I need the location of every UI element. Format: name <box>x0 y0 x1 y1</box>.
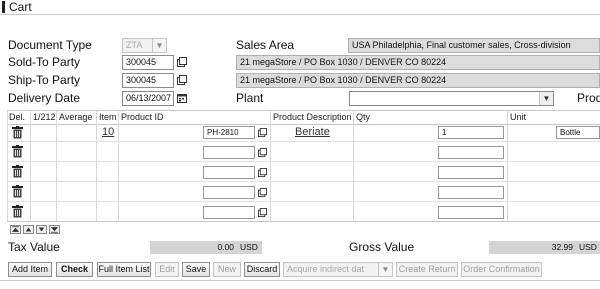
product-label-cut: Prod <box>577 91 600 105</box>
product-id-input[interactable] <box>203 166 255 179</box>
tax-value-amount: 0.00 <box>150 241 238 254</box>
edit-button[interactable]: Edit <box>155 262 179 277</box>
sales-area-label: Sales Area <box>236 38 295 52</box>
col-header-product-description: Product Description <box>273 112 352 122</box>
scroll-last-icon[interactable] <box>49 225 60 234</box>
qty-input[interactable]: 1 <box>438 126 504 139</box>
chevron-down-icon[interactable]: ▼ <box>539 92 553 105</box>
col-divider <box>118 110 119 221</box>
unit-select[interactable]: Bottle <box>556 126 600 139</box>
qty-input[interactable] <box>438 186 504 199</box>
col-divider <box>353 110 354 221</box>
order-confirmation-button[interactable]: Order Confirmation <box>461 262 542 277</box>
document-type-label: Document Type <box>8 38 92 52</box>
product-id-input[interactable] <box>203 146 255 159</box>
col-divider <box>270 110 271 221</box>
delivery-date-label: Delivery Date <box>8 91 81 105</box>
document-type-select[interactable]: ZTA ▼ <box>122 38 167 53</box>
delivery-date-input[interactable]: 06/13/2007 <box>122 91 174 106</box>
scroll-down-icon[interactable] <box>36 225 47 234</box>
product-description-link[interactable]: Beriate <box>295 126 330 138</box>
sold-to-label: Sold-To Party <box>8 55 81 69</box>
title-bar <box>0 0 600 15</box>
acquire-indirect-value: Acquire indirect dat <box>287 264 365 274</box>
chevron-down-icon[interactable]: ▼ <box>378 263 392 276</box>
save-button[interactable]: Save <box>182 262 210 277</box>
trash-icon[interactable] <box>12 165 23 178</box>
product-id-input[interactable] <box>203 206 255 219</box>
col-divider <box>507 110 508 221</box>
col-header-page: 1/212 <box>33 112 56 122</box>
check-button[interactable]: Check <box>56 262 93 277</box>
page-title: Cart <box>9 0 32 14</box>
create-return-button[interactable]: Create Return <box>396 262 458 277</box>
value-help-icon[interactable] <box>258 128 267 137</box>
ship-to-input[interactable]: 300045 <box>122 73 174 88</box>
trash-icon[interactable] <box>12 126 23 139</box>
gross-value-currency: USD <box>577 241 600 254</box>
title-marker <box>2 1 5 13</box>
qty-input[interactable] <box>438 206 504 219</box>
scroll-first-icon[interactable] <box>10 225 21 234</box>
col-header-unit: Unit <box>510 112 527 122</box>
value-help-icon[interactable] <box>258 168 267 177</box>
chevron-down-icon[interactable]: ▼ <box>152 39 166 52</box>
row-divider <box>7 201 600 202</box>
ship-to-label: Ship-To Party <box>8 73 81 87</box>
gross-value-label: Gross Value <box>349 240 415 254</box>
sales-area-field: USA Philadelphia, Final customer sales, … <box>348 38 600 53</box>
col-divider <box>30 110 31 221</box>
row-divider <box>7 161 600 162</box>
product-id-input[interactable] <box>203 186 255 199</box>
ship-to-address: 21 megaStore / PO Box 1030 / DENVER CO 8… <box>236 73 600 88</box>
sold-to-input[interactable]: 300045 <box>122 55 174 70</box>
product-id-input[interactable]: PH-2810 <box>203 126 255 139</box>
full-item-list-button[interactable]: Full Item List <box>97 262 151 277</box>
col-divider <box>96 110 97 221</box>
acquire-indirect-select[interactable]: Acquire indirect dat ▼ <box>283 262 393 277</box>
plant-select[interactable]: ▼ <box>349 91 554 106</box>
tax-value-currency: USD <box>238 241 262 254</box>
col-divider <box>7 110 8 221</box>
col-header-del: Del. <box>9 112 26 122</box>
sold-to-address: 21 megaStore / PO Box 1030 / DENVER CO 8… <box>236 55 600 70</box>
trash-icon[interactable] <box>12 145 23 158</box>
col-divider <box>56 110 57 221</box>
value-help-icon[interactable] <box>258 148 267 157</box>
tax-value-label: Tax Value <box>8 240 60 254</box>
qty-input[interactable] <box>438 166 504 179</box>
table-bottom-border <box>7 221 600 222</box>
col-header-average: Average <box>59 112 93 122</box>
value-help-icon[interactable] <box>177 57 187 67</box>
discard-button[interactable]: Discard <box>244 262 280 277</box>
item-number-link[interactable]: 10 <box>102 126 114 138</box>
new-button[interactable]: New <box>213 262 241 277</box>
trash-icon[interactable] <box>12 185 23 198</box>
row-divider <box>7 141 600 142</box>
scroll-up-icon[interactable] <box>23 225 34 234</box>
value-help-icon[interactable] <box>258 208 267 217</box>
col-header-item: Item <box>99 112 117 122</box>
value-help-icon[interactable] <box>177 75 187 85</box>
row-divider <box>7 181 600 182</box>
footer-border <box>0 280 600 281</box>
col-header-product-id: Product ID <box>121 112 164 122</box>
calendar-icon[interactable] <box>177 93 187 103</box>
gross-value-amount: 32.99 <box>489 241 577 254</box>
add-item-button[interactable]: Add Item <box>8 262 52 277</box>
qty-input[interactable] <box>438 146 504 159</box>
value-help-icon[interactable] <box>258 188 267 197</box>
trash-icon[interactable] <box>12 205 23 218</box>
document-type-value: ZTA <box>126 40 143 50</box>
col-header-qty: Qty <box>356 112 371 122</box>
plant-label: Plant <box>236 91 264 105</box>
